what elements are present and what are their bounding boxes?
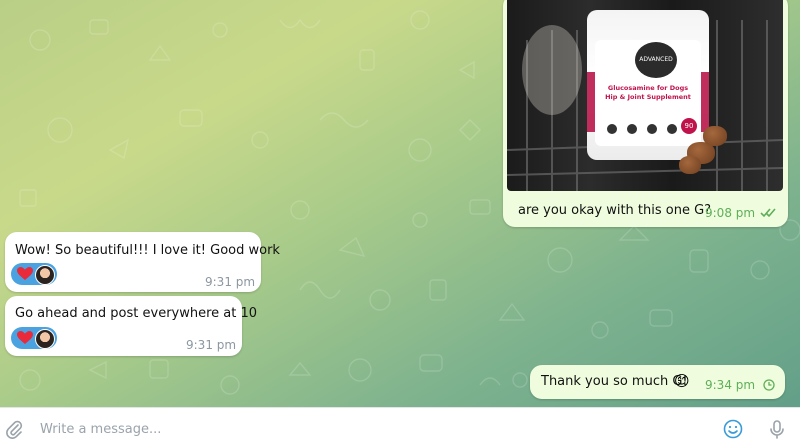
- brand-logo: ADVANCED PUP: [635, 42, 677, 99]
- message-text: Thank you so much G!: [541, 374, 688, 389]
- message-text: Go ahead and post everywhere at 10: [15, 306, 258, 321]
- benefit-icon: [647, 124, 657, 134]
- benefit-icon: [627, 124, 637, 134]
- message-time: 9:34 pm: [705, 378, 756, 392]
- product-title-line2: Hip & Joint Supplement: [605, 93, 691, 101]
- clock-icon: [763, 379, 775, 391]
- message-text: are you okay with this one G?: [518, 203, 712, 218]
- microphone-icon[interactable]: [767, 419, 787, 439]
- message-time: 9:31 pm: [186, 338, 237, 352]
- reaction-pill[interactable]: [11, 263, 57, 285]
- red-heart-icon: [17, 331, 33, 344]
- incoming-message[interactable]: Go ahead and post everywhere at 10 9:31 …: [5, 296, 257, 356]
- avatar: [35, 329, 55, 349]
- product-title-line1: Glucosamine for Dogs: [607, 84, 689, 92]
- message-composer: [0, 407, 800, 448]
- treat-chew: [703, 126, 727, 146]
- paperclip-icon[interactable]: [4, 419, 24, 439]
- product-photo[interactable]: ADVANCED PUP Glucosamine for Dogs Hip & …: [507, 0, 783, 191]
- jar-label: ADVANCED PUP Glucosamine for Dogs Hip & …: [595, 40, 701, 146]
- count-badge: 90: [681, 118, 697, 134]
- benefit-icon: [667, 124, 677, 134]
- outgoing-message[interactable]: Thank you so much G! 😊 9:34 pm: [530, 365, 785, 399]
- red-heart-icon: [17, 267, 33, 280]
- message-time: 9:08 pm: [705, 206, 756, 220]
- emoji-icon[interactable]: [723, 419, 743, 439]
- smile-emoji: 😊: [674, 372, 690, 390]
- double-check-icon: [760, 208, 776, 218]
- supplement-jar: ADVANCED PUP Glucosamine for Dogs Hip & …: [587, 10, 709, 160]
- reaction-pill[interactable]: [11, 327, 57, 349]
- benefit-icon: [607, 124, 617, 134]
- chat-area: ADVANCED PUP Glucosamine for Dogs Hip & …: [0, 0, 800, 407]
- treat-chew: [679, 156, 701, 174]
- avatar: [35, 265, 55, 285]
- incoming-message[interactable]: Wow! So beautiful!!! I love it! Good wor…: [5, 232, 280, 292]
- message-input[interactable]: [38, 418, 682, 440]
- message-time: 9:31 pm: [205, 275, 256, 289]
- message-text: Wow! So beautiful!!! I love it! Good wor…: [15, 243, 280, 258]
